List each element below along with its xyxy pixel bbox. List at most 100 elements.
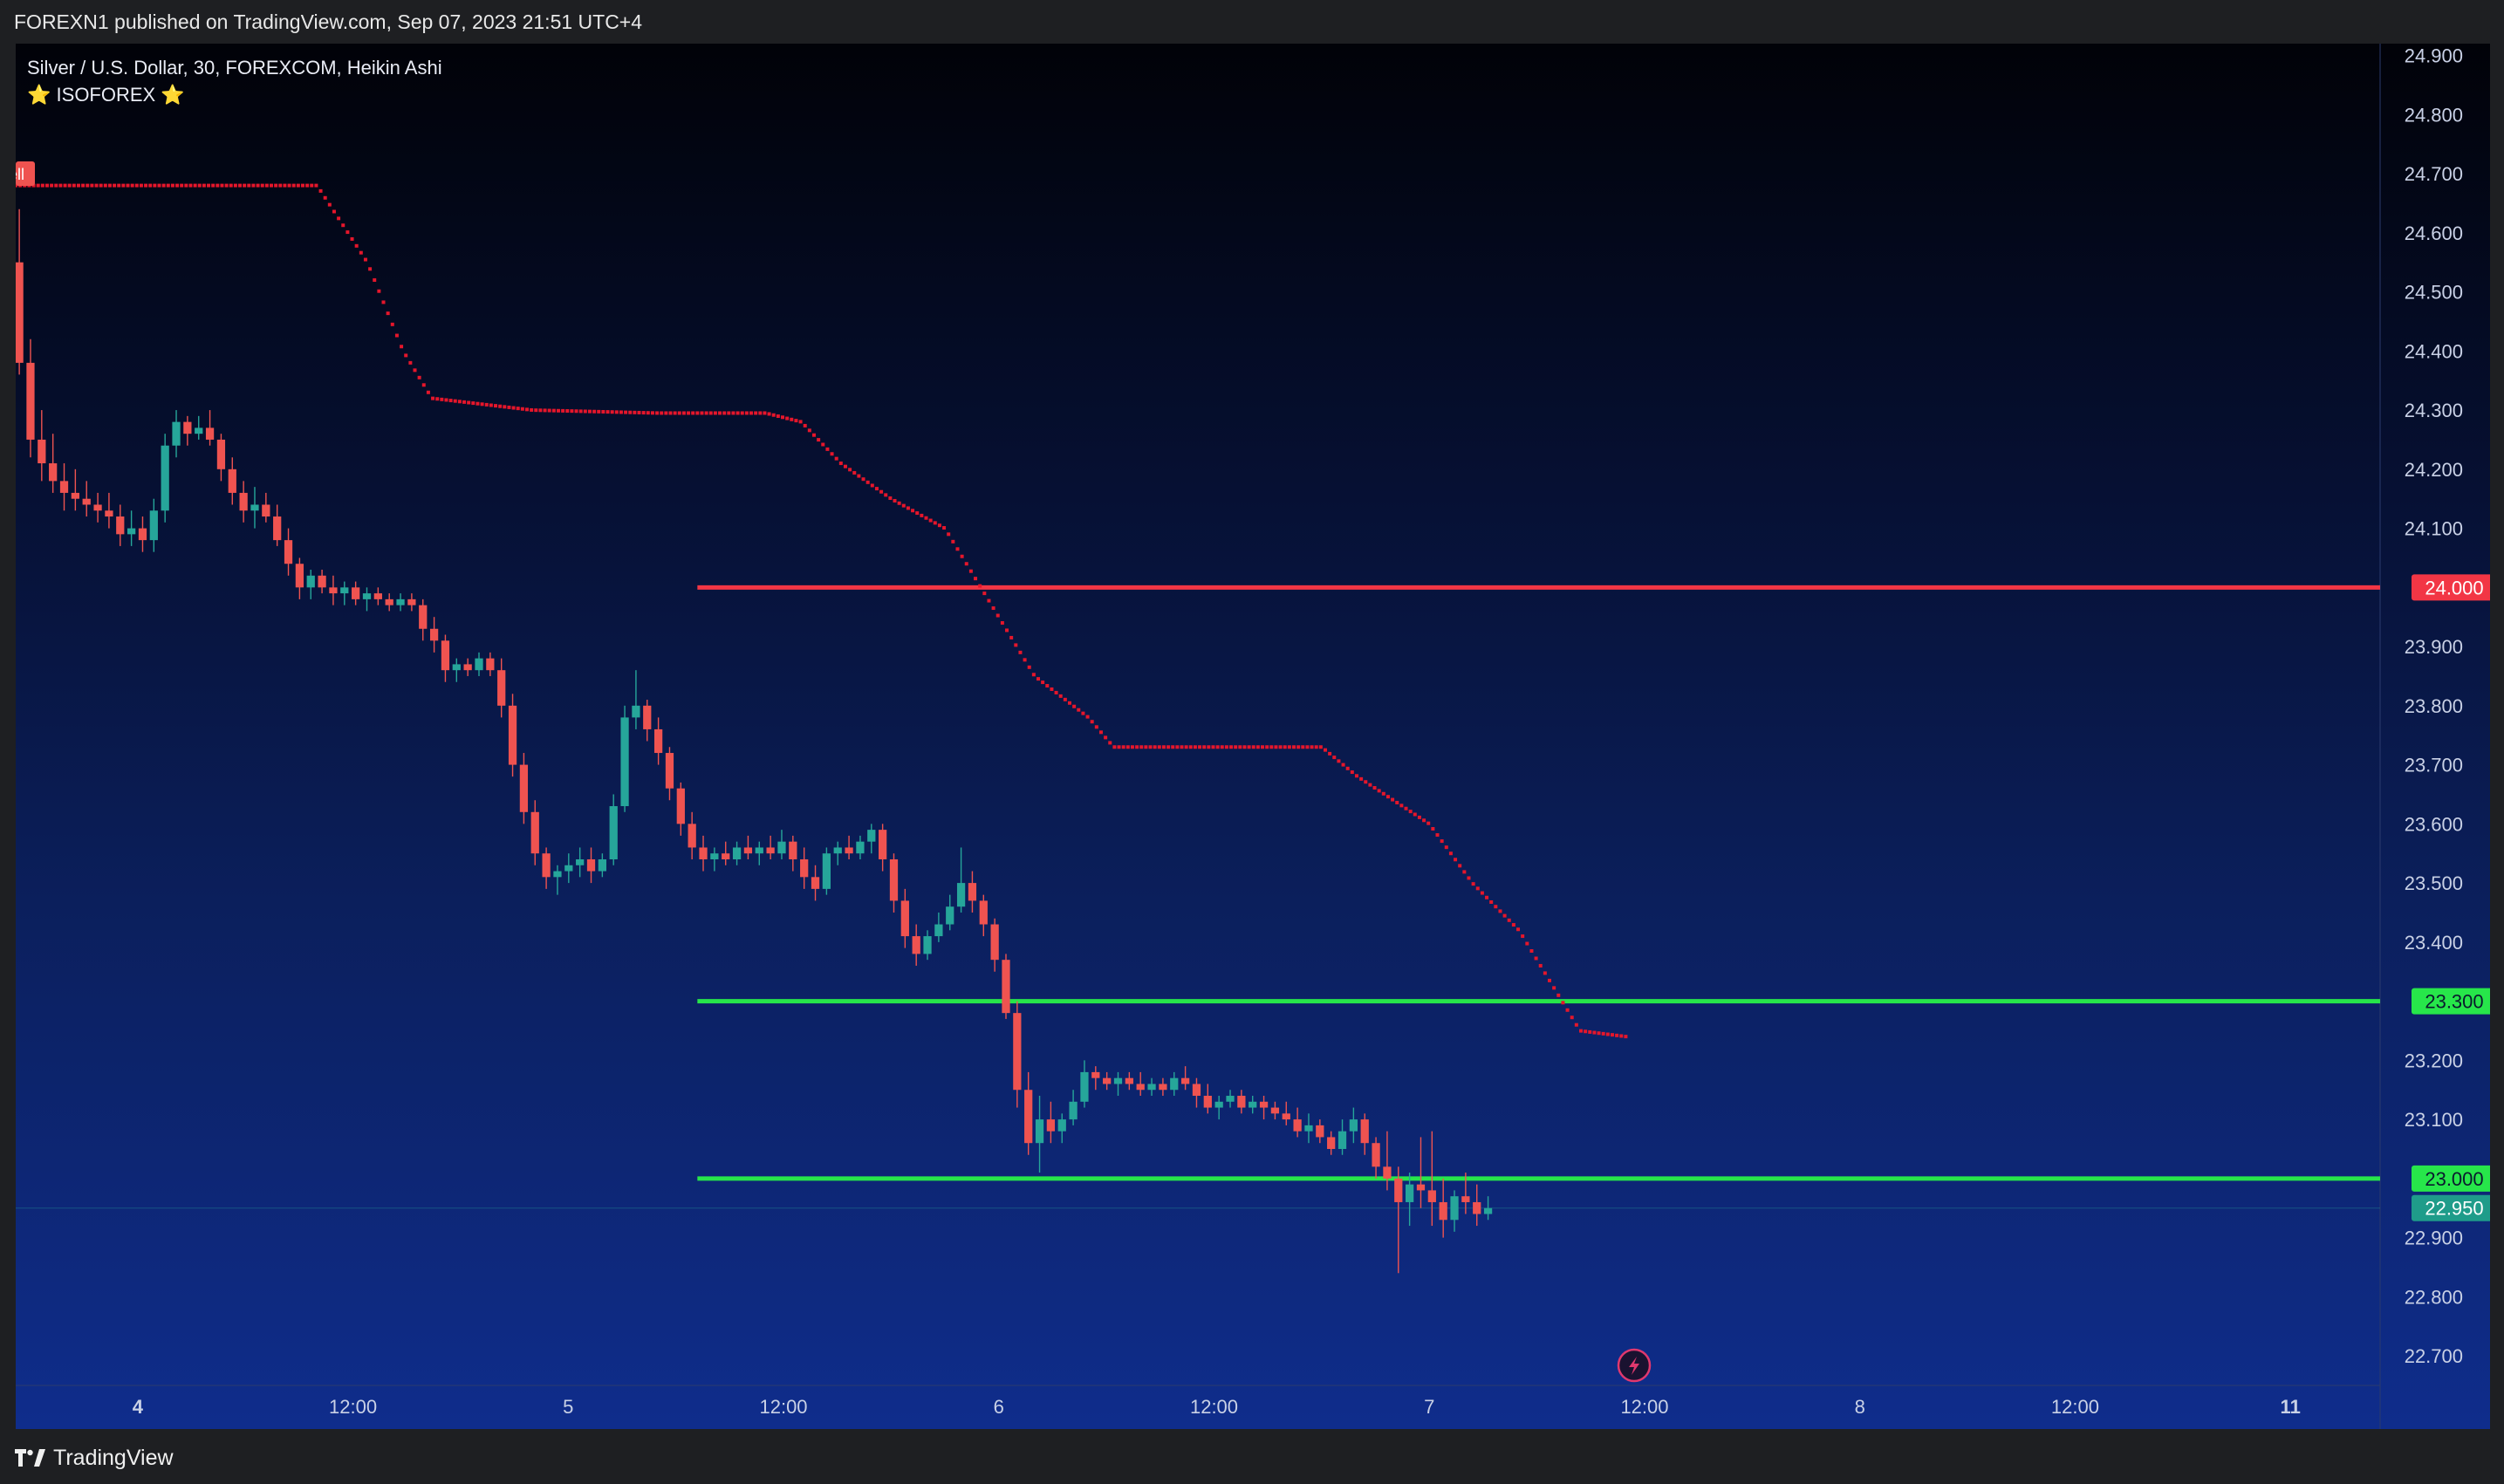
candle-body[interactable]	[789, 841, 797, 859]
candle-body[interactable]	[1180, 1077, 1190, 1084]
candle-body[interactable]	[172, 421, 181, 446]
candle-body[interactable]	[576, 858, 585, 865]
candle-body[interactable]	[463, 664, 472, 671]
chart-area[interactable]: Sell 24.900 24.800 24.700 24.600 24.500 24.400…	[16, 44, 2490, 1429]
candle-body[interactable]	[1483, 1207, 1493, 1214]
candle-body[interactable]	[1304, 1125, 1313, 1132]
candle-body[interactable]	[59, 481, 69, 493]
candle-body[interactable]	[1270, 1107, 1280, 1114]
candle-body[interactable]	[306, 575, 315, 588]
candle-body[interactable]	[1203, 1096, 1212, 1108]
candle-body[interactable]	[1170, 1077, 1179, 1091]
candle-body[interactable]	[1316, 1125, 1324, 1138]
tradingview-brand[interactable]: TradingView	[15, 1445, 174, 1471]
candle-body[interactable]	[722, 853, 730, 859]
candle-body[interactable]	[800, 858, 809, 878]
candle-body[interactable]	[934, 924, 943, 937]
candle-body[interactable]	[497, 670, 506, 706]
candle-body[interactable]	[239, 492, 248, 511]
candle-body[interactable]	[1080, 1071, 1089, 1102]
candle-body[interactable]	[1349, 1119, 1358, 1132]
candle-body[interactable]	[1091, 1071, 1100, 1078]
candle-body[interactable]	[138, 528, 147, 541]
candle-body[interactable]	[889, 858, 899, 901]
candle-body[interactable]	[743, 847, 753, 854]
candle-body[interactable]	[195, 427, 203, 434]
candle-body[interactable]	[766, 847, 775, 854]
candle-body[interactable]	[105, 510, 113, 517]
candle-body[interactable]	[946, 906, 954, 925]
candle-body[interactable]	[26, 362, 35, 440]
candle-body[interactable]	[407, 598, 416, 605]
candle-body[interactable]	[1057, 1119, 1066, 1132]
candle-body[interactable]	[1103, 1077, 1112, 1084]
candle-body[interactable]	[216, 439, 226, 469]
candle-body[interactable]	[385, 598, 393, 605]
candle-body[interactable]	[609, 806, 618, 859]
candle-body[interactable]	[1282, 1113, 1290, 1120]
candle-body[interactable]	[362, 593, 372, 599]
candle-body[interactable]	[1113, 1077, 1123, 1084]
candle-body[interactable]	[553, 871, 562, 878]
candle-body[interactable]	[979, 900, 988, 925]
candle-body[interactable]	[284, 540, 293, 564]
candle-body[interactable]	[755, 847, 763, 854]
candle-body[interactable]	[620, 717, 629, 807]
candle-body[interactable]	[1046, 1119, 1056, 1132]
candle-body[interactable]	[845, 847, 853, 854]
candle-body[interactable]	[486, 658, 495, 671]
candle-body[interactable]	[161, 445, 169, 511]
candle-body[interactable]	[508, 705, 517, 765]
candle-body[interactable]	[867, 830, 876, 842]
candle-body[interactable]	[676, 788, 685, 824]
candle-body[interactable]	[352, 587, 360, 599]
candle-body[interactable]	[811, 877, 820, 889]
candle-body[interactable]	[643, 705, 652, 729]
candle-body[interactable]	[1416, 1184, 1426, 1191]
candle-body[interactable]	[82, 498, 91, 505]
candle-body[interactable]	[1259, 1101, 1269, 1108]
candle-body[interactable]	[1249, 1101, 1257, 1108]
candle-body[interactable]	[699, 847, 708, 859]
candle-body[interactable]	[1226, 1096, 1235, 1102]
candle-body[interactable]	[475, 658, 483, 671]
candle-body[interactable]	[710, 853, 719, 859]
candle-body[interactable]	[1024, 1090, 1033, 1144]
candle-body[interactable]	[1439, 1201, 1447, 1221]
candle-body[interactable]	[1372, 1143, 1380, 1167]
candle-body[interactable]	[1192, 1084, 1201, 1097]
candle-body[interactable]	[598, 858, 606, 872]
candle-body[interactable]	[586, 858, 596, 872]
candle-body[interactable]	[1450, 1196, 1459, 1221]
candle-body[interactable]	[923, 936, 932, 954]
candle-body[interactable]	[205, 427, 215, 440]
candle-body[interactable]	[542, 853, 551, 878]
candle-body[interactable]	[856, 841, 865, 854]
candle-body[interactable]	[373, 593, 382, 599]
candle-body[interactable]	[273, 516, 282, 541]
candle-body[interactable]	[116, 516, 125, 535]
candle-body[interactable]	[879, 830, 887, 859]
candle-body[interactable]	[329, 587, 338, 594]
candle-body[interactable]	[1327, 1137, 1336, 1149]
candle-body[interactable]	[49, 463, 58, 482]
candle-body[interactable]	[396, 598, 405, 605]
candle-body[interactable]	[1338, 1131, 1347, 1149]
candle-body[interactable]	[632, 705, 640, 718]
candle-body[interactable]	[441, 640, 450, 671]
candle-body[interactable]	[665, 753, 674, 789]
candle-body[interactable]	[530, 811, 539, 854]
candle-body[interactable]	[183, 421, 192, 434]
candle-body[interactable]	[912, 936, 920, 954]
candle-body[interactable]	[1035, 1119, 1044, 1144]
candle-body[interactable]	[1473, 1201, 1481, 1214]
candle-body[interactable]	[262, 504, 270, 517]
candle-body[interactable]	[250, 504, 259, 511]
candle-body[interactable]	[1427, 1190, 1436, 1202]
candle-body[interactable]	[732, 847, 742, 859]
candle-body[interactable]	[1159, 1084, 1167, 1091]
candle-body[interactable]	[93, 504, 102, 511]
candle-body[interactable]	[956, 883, 966, 907]
candle-body[interactable]	[429, 628, 439, 641]
candle-body[interactable]	[990, 924, 999, 961]
